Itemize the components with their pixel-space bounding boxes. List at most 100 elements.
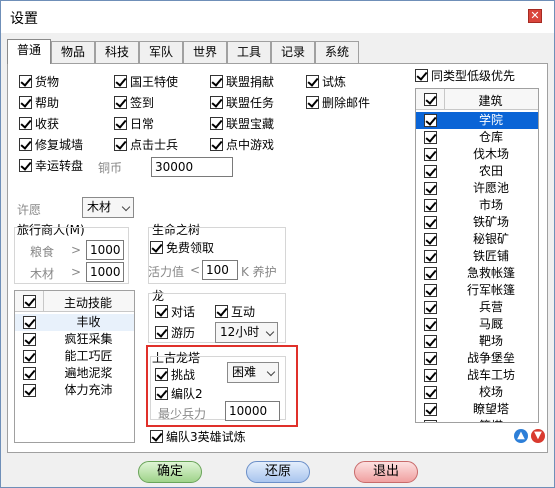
checkbox[interactable]	[306, 75, 319, 88]
list-item[interactable]: 市场	[416, 197, 538, 214]
list-item[interactable]: 秘银矿	[416, 231, 538, 248]
checkbox[interactable]	[19, 138, 32, 151]
tab-tech[interactable]: 科技	[95, 41, 139, 63]
checkbox[interactable]	[23, 350, 36, 363]
list-item[interactable]: 行军帐篷	[416, 282, 538, 299]
dragon-interact-checkbox[interactable]: 互动	[215, 305, 255, 319]
checkbox[interactable]	[424, 131, 437, 144]
option-harvest[interactable]: 收获	[19, 117, 59, 131]
checkbox[interactable]	[424, 199, 437, 212]
checkbox[interactable]	[424, 301, 437, 314]
min-troops-input[interactable]: 10000	[225, 401, 280, 421]
list-item[interactable]: 靶场	[416, 333, 538, 350]
skills-list[interactable]: 主动技能 丰收 疯狂采集 能工巧匠 遍地泥浆 体力充沛	[14, 290, 135, 443]
checkbox[interactable]	[424, 267, 437, 280]
list-item[interactable]: 瞭望塔	[416, 401, 538, 418]
list-item[interactable]: 急救帐篷	[416, 265, 538, 282]
checkbox[interactable]	[424, 386, 437, 399]
list-item[interactable]: 遍地泥浆	[15, 365, 134, 382]
skills-select-all-checkbox[interactable]	[23, 295, 36, 308]
list-item[interactable]: 伐木场	[416, 146, 538, 163]
checkbox[interactable]	[424, 284, 437, 297]
checkbox[interactable]	[424, 216, 437, 229]
option-alliance-donate[interactable]: 联盟捐献	[210, 75, 274, 89]
list-item[interactable]: 战争堡垒	[416, 350, 538, 367]
checkbox[interactable]	[19, 96, 32, 109]
checkbox[interactable]	[424, 233, 437, 246]
checkbox[interactable]	[210, 96, 223, 109]
list-item[interactable]: 兵营	[416, 299, 538, 316]
checkbox[interactable]	[210, 138, 223, 151]
option-trial[interactable]: 试炼	[306, 75, 346, 89]
list-item[interactable]: 丰收	[15, 314, 134, 331]
list-item[interactable]: 铁匠铺	[416, 248, 538, 265]
checkbox[interactable]	[114, 75, 127, 88]
checkbox[interactable]	[114, 138, 127, 151]
list-item[interactable]: 农田	[416, 163, 538, 180]
dragon-talk-checkbox[interactable]: 对话	[155, 305, 195, 319]
tab-army[interactable]: 军队	[139, 41, 183, 63]
restore-button[interactable]: 还原	[246, 461, 310, 483]
wish-select[interactable]: 木材	[82, 197, 134, 218]
option-repair-wall[interactable]: 修复城墙	[19, 138, 83, 152]
buildings-list[interactable]: 建筑 学院 仓库 伐木场 农田 许愿池 市场 铁矿场 秘银矿 铁匠铺 急救帐篷 行军帐篷 兵营 马厩 靶场…	[415, 88, 539, 423]
list-item[interactable]: 体力充沛	[15, 382, 134, 399]
checkbox[interactable]	[210, 117, 223, 130]
option-alliance-treasure[interactable]: 联盟宝藏	[210, 117, 274, 131]
checkbox[interactable]	[424, 335, 437, 348]
free-claim-checkbox[interactable]: 免费领取	[150, 241, 214, 255]
list-item[interactable]: 箭塔	[416, 418, 538, 422]
difficulty-select[interactable]: 困难	[227, 362, 279, 383]
list-item[interactable]: 能工巧匠	[15, 348, 134, 365]
list-item[interactable]: 战车工坊	[416, 367, 538, 384]
option-delete-mail[interactable]: 删除邮件	[306, 96, 370, 110]
option-alliance-task[interactable]: 联盟任务	[210, 96, 274, 110]
list-item[interactable]: 铁矿场	[416, 214, 538, 231]
list-item[interactable]: 马厩	[416, 316, 538, 333]
checkbox[interactable]	[23, 333, 36, 346]
option-daily[interactable]: 日常	[114, 117, 154, 131]
checkbox[interactable]	[19, 159, 32, 172]
wood-input[interactable]: 1000	[86, 262, 124, 282]
checkbox[interactable]	[23, 367, 36, 380]
checkbox[interactable]	[424, 114, 437, 127]
checkbox[interactable]	[306, 96, 319, 109]
option-cargo[interactable]: 货物	[19, 75, 59, 89]
list-item[interactable]: 许愿池	[416, 180, 538, 197]
checkbox[interactable]	[19, 117, 32, 130]
checkbox[interactable]	[155, 368, 168, 381]
hero-trial-checkbox[interactable]: 编队3英雄试炼	[150, 430, 246, 444]
checkbox[interactable]	[424, 403, 437, 416]
checkbox[interactable]	[114, 117, 127, 130]
checkbox[interactable]	[155, 305, 168, 318]
option-click-game[interactable]: 点中游戏	[210, 138, 274, 152]
energy-input[interactable]: 100	[202, 260, 238, 280]
list-item[interactable]: 仓库	[416, 129, 538, 146]
checkbox[interactable]	[424, 165, 437, 178]
exit-button[interactable]: 退出	[354, 461, 418, 483]
checkbox[interactable]	[155, 326, 168, 339]
copper-input[interactable]: 30000	[151, 157, 233, 177]
option-help[interactable]: 帮助	[19, 96, 59, 110]
checkbox[interactable]	[424, 369, 437, 382]
tab-log[interactable]: 记录	[271, 41, 315, 63]
buildings-select-all-checkbox[interactable]	[424, 93, 437, 106]
option-signin[interactable]: 签到	[114, 96, 154, 110]
checkbox[interactable]	[424, 148, 437, 161]
same-type-low-checkbox[interactable]: 同类型低级优先	[415, 69, 515, 83]
tab-tools[interactable]: 工具	[227, 41, 271, 63]
checkbox[interactable]	[150, 430, 163, 443]
checkbox[interactable]	[150, 241, 163, 254]
checkbox[interactable]	[155, 387, 168, 400]
list-item[interactable]: 校场	[416, 384, 538, 401]
dragon-tour-checkbox[interactable]: 游历	[155, 326, 195, 340]
checkbox[interactable]	[23, 316, 36, 329]
checkbox[interactable]	[424, 420, 437, 422]
option-click-soldier[interactable]: 点击士兵	[114, 138, 178, 152]
checkbox[interactable]	[424, 182, 437, 195]
checkbox[interactable]	[424, 250, 437, 263]
tab-general[interactable]: 普通	[7, 39, 51, 64]
tab-world[interactable]: 世界	[183, 41, 227, 63]
checkbox[interactable]	[210, 75, 223, 88]
ok-button[interactable]: 确定	[138, 461, 202, 483]
